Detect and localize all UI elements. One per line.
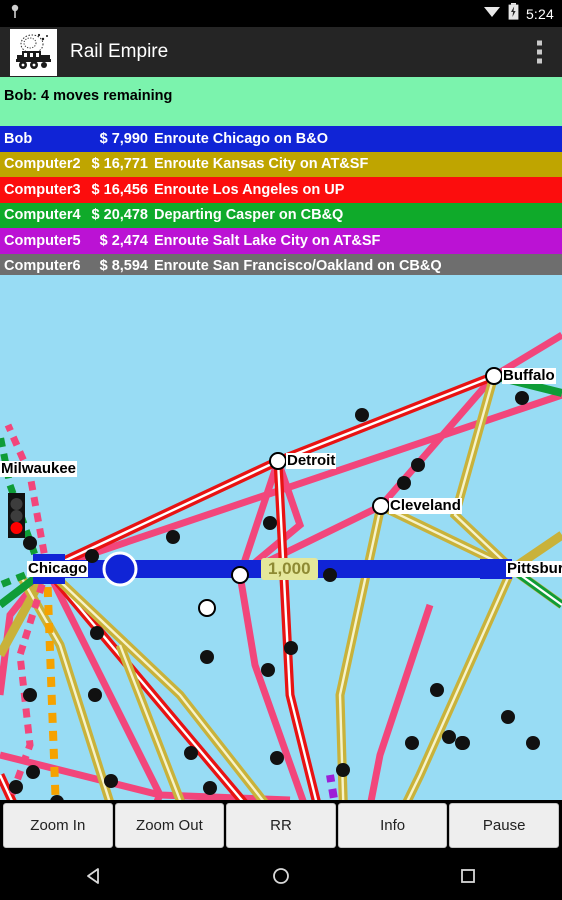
button-pause[interactable]: Pause [449,803,559,848]
recents-icon[interactable] [438,851,498,900]
city-label-cleveland[interactable]: Cleveland [389,498,462,514]
player-row[interactable]: Computer4 $ 20,478 Departing Casper on CB&… [0,202,562,228]
player-cash: $ 7,990 [99,130,148,147]
city-label-pittsburgh[interactable]: Pittsburgh [506,561,562,577]
freight-value-tag: 1,000 [261,558,318,580]
overflow-menu-icon[interactable] [537,40,542,64]
player-name: Computer5 [4,232,81,249]
battery-charging-icon [508,2,519,25]
locomotive-icon[interactable] [10,28,57,76]
city-label-buffalo[interactable]: Buffalo [502,368,556,384]
player-name: Computer2 [4,156,81,173]
player-status: Enroute Salt Lake City on AT&SF [154,232,381,249]
player-status: Enroute San Francisco/Oakland on CB&Q [154,258,442,275]
button-rr[interactable]: RR [226,803,336,848]
player-name: Computer4 [4,207,81,224]
rail-network [0,332,562,800]
player-row[interactable]: Computer2 $ 16,771 Enroute Kansas City on … [0,151,562,177]
android-nav-bar [0,851,562,900]
player-name: Bob [4,130,33,147]
rail-signal-icon [8,493,25,538]
game-map[interactable]: Milwaukee Chicago Detroit Buffalo Clevel… [0,275,562,800]
player-cash: $ 2,474 [99,232,148,249]
action-bar: Rail Empire [0,27,562,77]
city-label-milwaukee[interactable]: Milwaukee [0,461,78,477]
status-bar: 5:24 [0,0,562,27]
home-icon[interactable] [251,851,311,900]
wifi-icon [483,4,501,23]
player-train-marker [102,551,138,587]
city-label-chicago[interactable]: Chicago [27,561,89,577]
player-cash: $ 20,478 [91,207,148,224]
notification-icon [8,3,28,23]
player-name: Computer6 [4,258,81,275]
button-zoom-out[interactable]: Zoom Out [114,803,225,848]
android-screen: 5:24 Rail Empire Bob: 4 moves remaining … [0,0,562,900]
turn-status-banner: Bob: 4 moves remaining [0,77,562,126]
player-cash: $ 8,594 [99,258,148,275]
player-status: Enroute Los Angeles on UP [154,181,345,198]
page-title: Rail Empire [70,41,169,62]
player-status: Enroute Kansas City on AT&SF [154,156,369,173]
player-status: Enroute Chicago on B&O [154,130,328,147]
action-button-bar: Zoom In Zoom Out RR Info Pause [0,800,562,851]
button-info[interactable]: Info [337,803,448,848]
player-row[interactable]: Computer3 $ 16,456 Enroute Los Angeles on … [0,177,562,203]
player-row[interactable]: Computer5 $ 2,474 Enroute Salt Lake City o… [0,228,562,254]
player-cash: $ 16,456 [91,181,148,198]
player-row[interactable]: Bob $ 7,990 Enroute Chicago on B&O [0,126,562,152]
player-name: Computer3 [4,181,81,198]
player-status: Departing Casper on CB&Q [154,207,344,224]
player-cash: $ 16,771 [91,156,148,173]
clock: 5:24 [525,5,554,22]
city-label-detroit[interactable]: Detroit [286,453,337,469]
button-zoom-in[interactable]: Zoom In [3,803,113,848]
status-icons: 5:24 [483,0,554,27]
player-list: Bob $ 7,990 Enroute Chicago on B&O Computer… [0,126,562,279]
turn-status-text: Bob: 4 moves remaining [4,88,173,104]
back-icon[interactable] [64,851,124,900]
